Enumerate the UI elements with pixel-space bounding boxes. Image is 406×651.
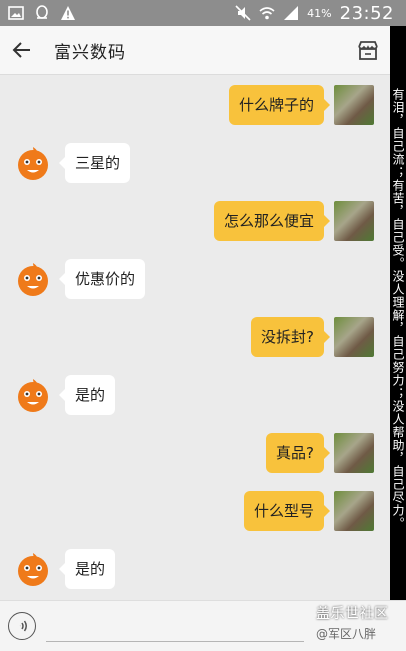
warning-icon [60, 5, 76, 21]
seller-message-bubble[interactable]: 优惠价的 [58, 259, 146, 299]
my-avatar[interactable] [334, 201, 374, 241]
my-message-bubble[interactable]: 真品? [266, 433, 330, 473]
message-row: 是的 [13, 549, 116, 589]
my-avatar[interactable] [334, 491, 374, 531]
message-row: 是的 [13, 375, 116, 415]
my-avatar[interactable] [334, 433, 374, 473]
seller-message-bubble[interactable]: 三星的 [58, 143, 131, 183]
message-row: 什么牌子的 [228, 85, 374, 125]
gallery-icon [8, 5, 24, 21]
chat-area[interactable]: 什么牌子的 三星的 怎么那么便宜 优惠价的 没拆封? 是的 真品? 什么型号 是… [0, 75, 390, 600]
seller-avatar[interactable] [13, 259, 53, 299]
message-row: 什么型号 [243, 491, 374, 531]
watermark-subtitle: @军区八胖 [316, 627, 377, 641]
input-bar: 盖乐世社区 @军区八胖 [0, 600, 406, 651]
seller-avatar[interactable] [13, 375, 53, 415]
signal-icon [283, 5, 299, 21]
sidebar-quote-text: 有泪，自己流；有苦，自己受。没人理解，自己努力；没人帮助，自己尽力。 [391, 88, 405, 530]
seller-avatar[interactable] [13, 549, 53, 589]
my-message-bubble[interactable]: 什么型号 [243, 491, 331, 531]
page-title: 富兴数码 [54, 42, 126, 63]
wifi-icon [259, 5, 275, 21]
message-input[interactable] [46, 641, 304, 642]
qq-icon [34, 5, 50, 21]
message-row: 优惠价的 [13, 259, 146, 299]
back-arrow-icon[interactable] [0, 26, 44, 74]
my-message-bubble[interactable]: 什么牌子的 [228, 85, 331, 125]
battery-level: 41% [307, 6, 332, 20]
seller-message-bubble[interactable]: 是的 [58, 549, 116, 589]
my-avatar[interactable] [334, 85, 374, 125]
my-avatar[interactable] [334, 317, 374, 357]
mute-icon [235, 5, 251, 21]
seller-avatar[interactable] [13, 143, 53, 183]
my-message-bubble[interactable]: 怎么那么便宜 [213, 201, 331, 241]
message-row: 没拆封? [251, 317, 374, 357]
status-time: 23:52 [339, 2, 394, 24]
status-bar: 41% 23:52 [0, 0, 406, 26]
chat-header: 富兴数码 [0, 26, 390, 75]
message-row: 真品? [266, 433, 374, 473]
voice-icon[interactable] [8, 612, 36, 640]
sidebar-quote: 有泪，自己流；有苦，自己受。没人理解，自己努力；没人帮助，自己尽力。 [390, 26, 406, 600]
store-icon[interactable] [346, 26, 390, 74]
seller-message-bubble[interactable]: 是的 [58, 375, 116, 415]
my-message-bubble[interactable]: 没拆封? [251, 317, 330, 357]
message-row: 三星的 [13, 143, 131, 183]
watermark-title: 盖乐世社区 [316, 606, 389, 622]
watermark: 盖乐世社区 @军区八胖 [316, 603, 406, 649]
message-row: 怎么那么便宜 [213, 201, 374, 241]
